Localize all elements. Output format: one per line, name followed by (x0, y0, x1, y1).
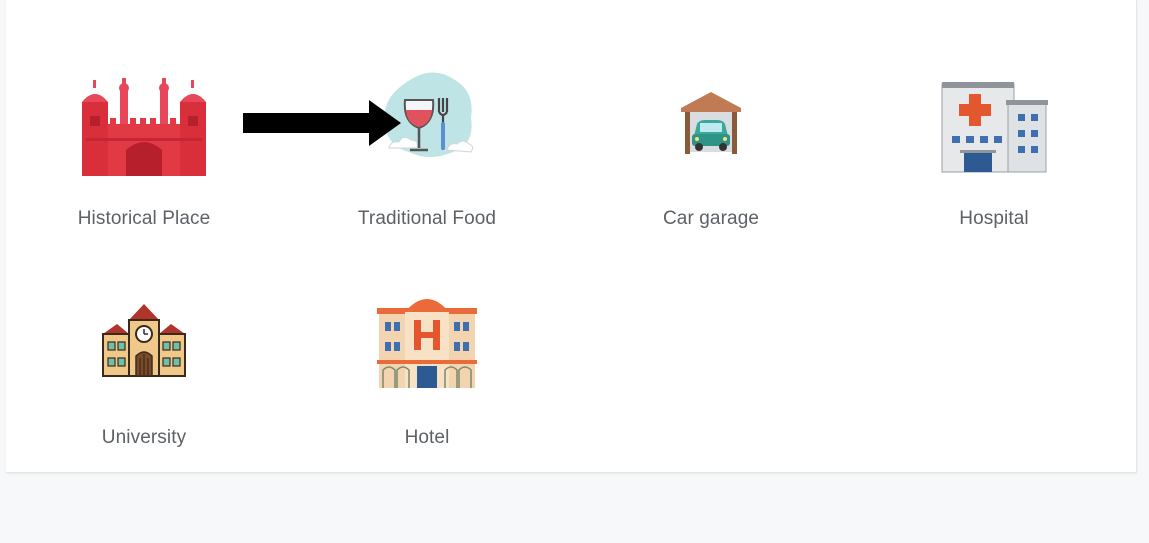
category-label: Traditional Food (357, 208, 497, 229)
category-label: Historical Place (77, 208, 211, 229)
category-card: Historical Place Traditional Food Car ga… (6, 0, 1137, 473)
category-hotel[interactable]: Hotel (327, 290, 527, 470)
black-arrow-icon (243, 100, 401, 146)
university-icon (102, 304, 186, 377)
car-garage-icon (681, 92, 741, 154)
category-car-garage[interactable]: Car garage (611, 90, 811, 270)
category-traditional-food[interactable]: Traditional Food (327, 70, 527, 250)
category-label: Hospital (959, 208, 1029, 229)
hospital-icon (941, 82, 1048, 173)
historical-place-icon (82, 78, 206, 176)
category-label: Hotel (404, 427, 450, 448)
category-label: University (101, 427, 187, 448)
category-hospital[interactable]: Hospital (894, 80, 1094, 260)
category-historical-place[interactable]: Historical Place (44, 78, 244, 258)
hotel-icon (377, 299, 477, 388)
category-university[interactable]: University (44, 300, 244, 480)
category-label: Car garage (662, 208, 760, 229)
